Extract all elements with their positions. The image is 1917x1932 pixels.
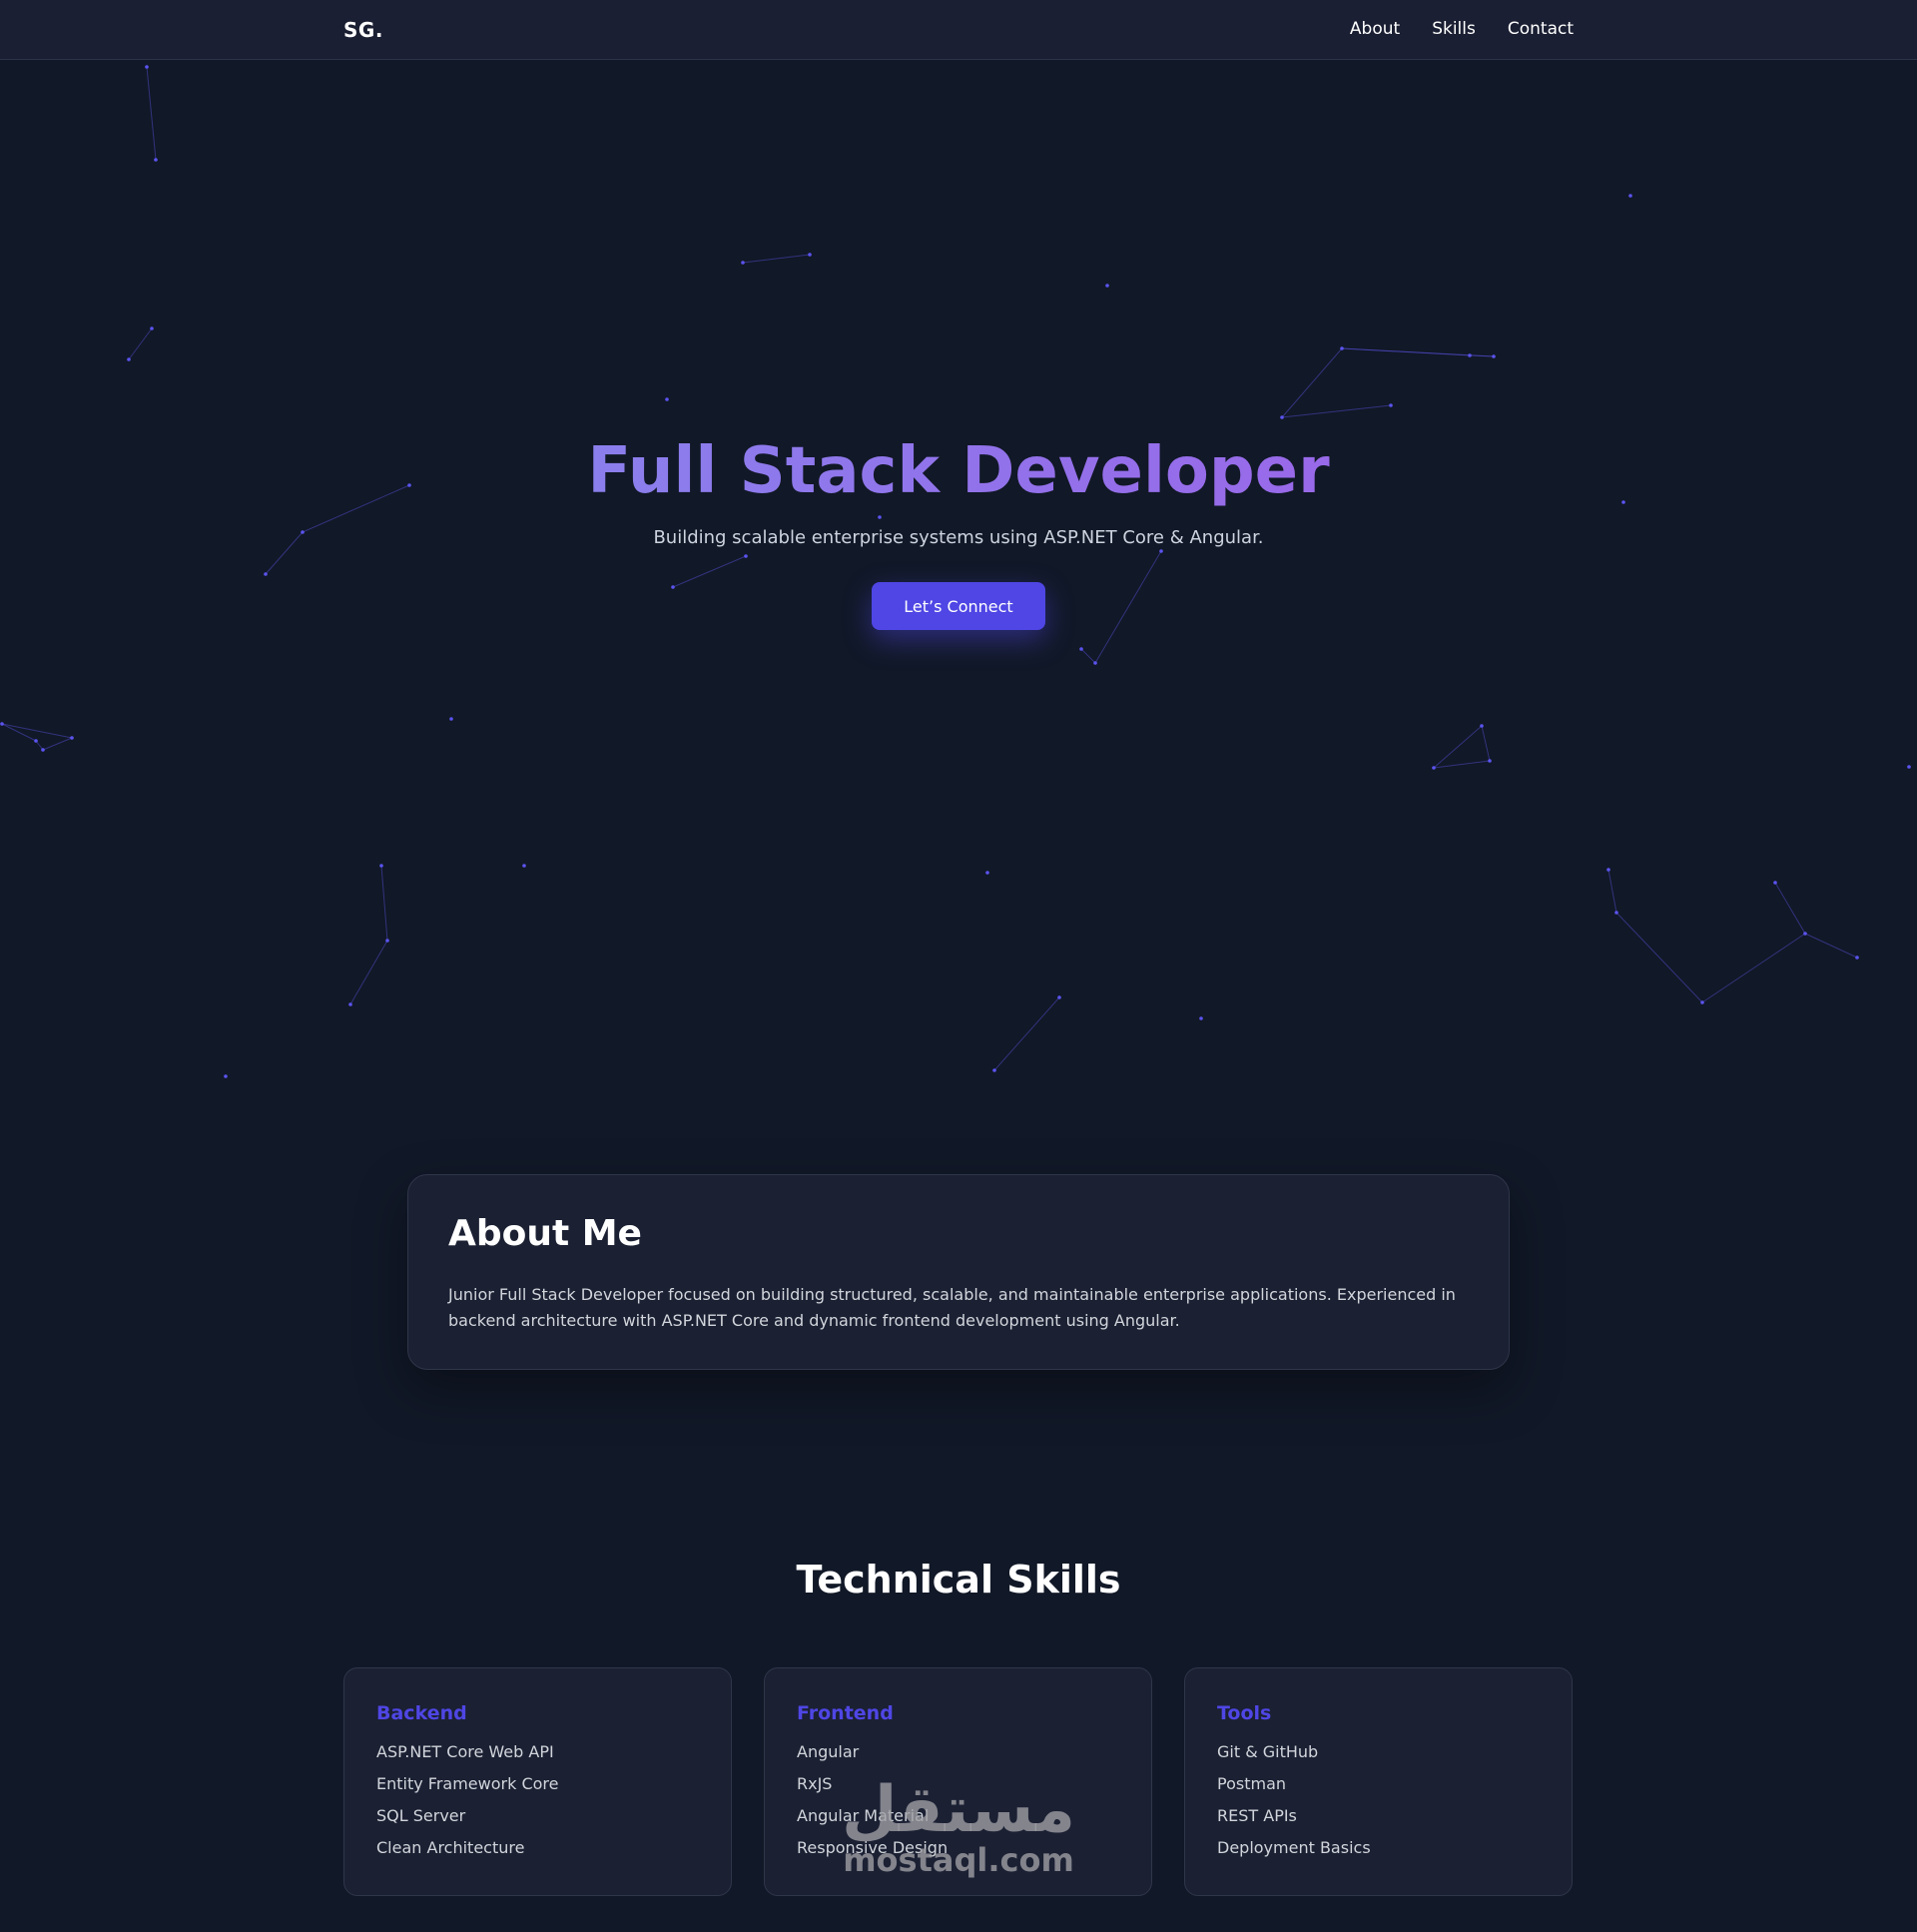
hero-title: Full Stack Developer [0, 429, 1917, 513]
network-dot [1614, 911, 1618, 915]
network-dot [1468, 353, 1472, 357]
network-line [349, 940, 388, 1005]
network-dot [1855, 956, 1859, 960]
network-dot [1492, 354, 1496, 358]
network-line [1, 723, 73, 739]
nav-links: About Skills Contact [1350, 19, 1574, 39]
network-dot [985, 871, 989, 875]
skill-card-title: Backend [376, 1702, 467, 1724]
about-text: Junior Full Stack Developer focused on b… [448, 1285, 1456, 1330]
skill-list: Git & GitHub Postman REST APIs Deploymen… [1217, 1736, 1540, 1864]
network-dot [1093, 661, 1097, 665]
network-dot [1606, 868, 1610, 872]
network-dot [385, 939, 389, 943]
network-line [1281, 347, 1343, 418]
network-dot [1105, 284, 1109, 288]
watermark: مستقل mostaql.com [839, 1777, 1078, 1877]
network-dot [41, 748, 45, 752]
network-dot [665, 397, 669, 401]
skill-card-title: Tools [1217, 1702, 1272, 1724]
network-dot [1199, 1016, 1203, 1020]
skill-item: Entity Framework Core [376, 1774, 559, 1793]
network-dot [1079, 647, 1083, 651]
network-dot [1700, 1000, 1704, 1004]
network-line [1080, 648, 1096, 664]
hero-section: Full Stack Developer Building scalable e… [0, 429, 1917, 630]
skill-item: Postman [1217, 1774, 1287, 1793]
lets-connect-button[interactable]: Let’s Connect [872, 582, 1045, 630]
watermark-arabic: مستقل [841, 1773, 1076, 1847]
network-line [42, 737, 73, 751]
logo[interactable]: SG. [343, 18, 383, 42]
network-dot [150, 326, 154, 330]
network-dot [808, 253, 812, 257]
skill-item: Angular [797, 1742, 860, 1761]
skill-item: SQL Server [376, 1806, 466, 1825]
particle-network-background [0, 65, 1911, 1078]
network-dot [1340, 346, 1344, 350]
network-dot [741, 261, 745, 265]
skills-title: Technical Skills [796, 1558, 1121, 1602]
network-dot [0, 722, 4, 726]
network-line [35, 740, 44, 751]
network-line [1341, 347, 1471, 356]
network-line [1433, 760, 1491, 769]
network-line [128, 327, 153, 360]
network-line [1615, 912, 1703, 1003]
network-line [1433, 725, 1483, 769]
network-line [1341, 347, 1495, 357]
network-line [993, 996, 1060, 1071]
skill-item: REST APIs [1217, 1806, 1297, 1825]
network-line [380, 865, 388, 942]
network-dot [449, 717, 453, 721]
network-dot [127, 357, 131, 361]
network-dot [224, 1074, 228, 1078]
network-dot [1432, 766, 1436, 770]
network-dot [1488, 759, 1492, 763]
network-dot [1389, 403, 1393, 407]
network-dot [1480, 724, 1484, 728]
network-line [1804, 933, 1858, 959]
skill-item: Git & GitHub [1217, 1742, 1319, 1761]
navbar: SG. About Skills Contact [0, 0, 1917, 60]
network-line [1481, 725, 1491, 762]
network-line [1607, 869, 1617, 914]
skill-card-backend: Backend ASP.NET Core Web API Entity Fram… [343, 1667, 732, 1896]
network-dot [348, 1002, 352, 1006]
network-line [1774, 882, 1806, 935]
about-card: About Me Junior Full Stack Developer foc… [407, 1174, 1510, 1370]
skill-item: ASP.NET Core Web API [376, 1742, 554, 1761]
network-dot [145, 65, 149, 69]
network-dot [1907, 765, 1911, 769]
network-line [146, 66, 157, 161]
skill-card-tools: Tools Git & GitHub Postman REST APIs Dep… [1184, 1667, 1573, 1896]
about-title: About Me [448, 1213, 642, 1254]
skill-card-title: Frontend [797, 1702, 894, 1724]
skill-list: ASP.NET Core Web API Entity Framework Co… [376, 1736, 699, 1864]
network-dot [34, 739, 38, 743]
nav-link-contact[interactable]: Contact [1508, 19, 1574, 39]
network-dot [1628, 194, 1632, 198]
network-line [1281, 404, 1392, 418]
network-line [1469, 354, 1495, 357]
hero-subtitle: Building scalable enterprise systems usi… [653, 527, 1264, 548]
network-dot [1773, 881, 1777, 885]
network-dot [1280, 415, 1284, 419]
network-dot [154, 158, 158, 162]
network-dot [379, 864, 383, 868]
skill-item: Clean Architecture [376, 1838, 525, 1857]
network-dot [992, 1068, 996, 1072]
network-dot [522, 864, 526, 868]
network-dot [1057, 995, 1061, 999]
nav-link-skills[interactable]: Skills [1432, 19, 1476, 39]
watermark-latin: mostaql.com [843, 1841, 1074, 1879]
network-line [1701, 933, 1806, 1003]
network-line [742, 254, 811, 264]
network-line [1, 723, 37, 742]
network-dot [70, 736, 74, 740]
network-dot [1803, 932, 1807, 936]
skill-item: Deployment Basics [1217, 1838, 1371, 1857]
nav-link-about[interactable]: About [1350, 19, 1400, 39]
